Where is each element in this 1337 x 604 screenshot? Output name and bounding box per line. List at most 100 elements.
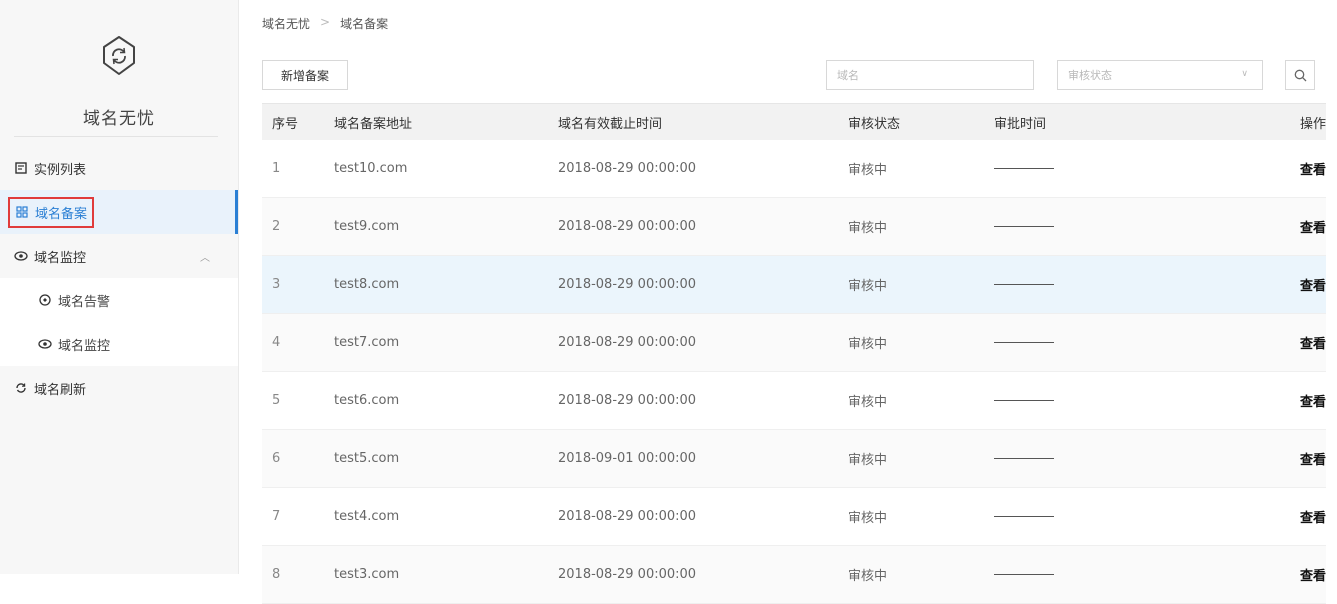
empty-dash [994, 574, 1054, 575]
sidebar-item-label: 域名备案 [35, 206, 88, 222]
sidebar-item-label: 域名监控 [58, 338, 111, 354]
alert-icon [38, 293, 52, 307]
view-link[interactable]: 查看 [1284, 449, 1326, 468]
cell-status: 审核中 [848, 511, 888, 526]
breadcrumb-current: 域名备案 [340, 17, 389, 31]
sidebar-item-label: 域名监控 [34, 250, 87, 266]
sidebar-item-label: 域名刷新 [34, 382, 87, 398]
cell-domain: test7.com [334, 335, 400, 350]
sidebar-item-domain-refresh[interactable]: 域名刷新 [0, 366, 238, 410]
cell-expire: 2018-08-29 00:00:00 [558, 393, 697, 408]
empty-dash [994, 226, 1054, 227]
view-link[interactable]: 查看 [1284, 275, 1326, 294]
chevron-down-icon: ∨ [1241, 69, 1248, 79]
breadcrumb-root[interactable]: 域名无忧 [262, 15, 310, 32]
cell-expire: 2018-09-01 00:00:00 [558, 451, 697, 466]
status-select[interactable]: 审核状态 ∨ [1057, 60, 1263, 90]
cell-expire: 2018-08-29 00:00:00 [558, 219, 697, 234]
logo [0, 34, 238, 82]
cell-index: 1 [272, 161, 281, 176]
search-icon [1294, 69, 1306, 81]
cell-status: 审核中 [848, 337, 888, 352]
sidebar: 域名无忧 实例列表 域名备案 域名监控 ︿ 域名告警 域名监控 域名刷新 [0, 0, 239, 574]
sidebar-item-domain-filing[interactable]: 域名备案 [0, 190, 238, 234]
table-row: 2 test9.com 2018-08-29 00:00:00 审核中 查看 [262, 198, 1326, 256]
table-row: 1 test10.com 2018-08-29 00:00:00 审核中 查看 [262, 140, 1326, 198]
sidebar-item-instances[interactable]: 实例列表 [0, 146, 238, 190]
cell-expire: 2018-08-29 00:00:00 [558, 335, 697, 350]
sidebar-item-domain-monitor-group[interactable]: 域名监控 ︿ [0, 234, 238, 278]
cell-approval-time [994, 277, 1284, 292]
cell-approval-time [994, 335, 1284, 350]
table-row: 5 test6.com 2018-08-29 00:00:00 审核中 查看 [262, 372, 1326, 430]
cell-domain: test4.com [334, 509, 400, 524]
cell-approval-time [994, 509, 1284, 524]
breadcrumb: 域名无忧 > 域名备案 [262, 15, 388, 32]
cell-domain: test10.com [334, 161, 408, 176]
sidebar-item-domain-alert[interactable]: 域名告警 [0, 278, 238, 322]
cell-index: 4 [272, 335, 281, 350]
divider [14, 136, 218, 137]
sidebar-item-label: 域名告警 [58, 294, 111, 310]
cell-status: 审核中 [848, 453, 888, 468]
cell-status: 审核中 [848, 279, 888, 294]
domain-search-input[interactable] [826, 60, 1034, 90]
cell-domain: test6.com [334, 393, 400, 408]
table-row: 6 test5.com 2018-09-01 00:00:00 审核中 查看 [262, 430, 1326, 488]
header-action: 操作 [1299, 116, 1326, 132]
search-button[interactable] [1285, 60, 1315, 90]
breadcrumb-separator: > [320, 15, 331, 29]
view-link[interactable]: 查看 [1284, 217, 1326, 236]
cell-expire: 2018-08-29 00:00:00 [558, 567, 697, 582]
header-expire: 域名有效截止时间 [558, 116, 663, 132]
cell-domain: test5.com [334, 451, 400, 466]
view-link[interactable]: 查看 [1284, 333, 1326, 352]
view-link[interactable]: 查看 [1284, 507, 1326, 526]
filing-table: 序号 域名备案地址 域名有效截止时间 审核状态 审批时间 操作 1 test10… [262, 103, 1326, 604]
table-row: 8 test3.com 2018-08-29 00:00:00 审核中 查看 [262, 546, 1326, 604]
header-approval-time: 审批时间 [994, 116, 1047, 132]
cell-domain: test9.com [334, 219, 400, 234]
cell-status: 审核中 [848, 163, 888, 178]
cell-status: 审核中 [848, 395, 888, 410]
sidebar-item-domain-monitor[interactable]: 域名监控 [0, 322, 238, 366]
cell-approval-time [994, 393, 1284, 408]
view-link[interactable]: 查看 [1284, 159, 1326, 178]
status-select-placeholder: 审核状态 [1068, 69, 1112, 82]
eye-icon [14, 249, 28, 263]
view-link[interactable]: 查看 [1284, 565, 1326, 584]
app-title: 域名无忧 [83, 109, 155, 129]
table-row: 4 test7.com 2018-08-29 00:00:00 审核中 查看 [262, 314, 1326, 372]
table-row: 7 test4.com 2018-08-29 00:00:00 审核中 查看 [262, 488, 1326, 546]
cell-approval-time [994, 161, 1284, 176]
cell-expire: 2018-08-29 00:00:00 [558, 161, 697, 176]
cell-index: 5 [272, 393, 281, 408]
table-header: 序号 域名备案地址 域名有效截止时间 审核状态 审批时间 操作 [262, 103, 1326, 140]
header-status: 审核状态 [848, 116, 901, 132]
cell-index: 3 [272, 277, 281, 292]
cell-index: 7 [272, 509, 281, 524]
cell-status: 审核中 [848, 569, 888, 584]
cell-expire: 2018-08-29 00:00:00 [558, 509, 697, 524]
header-domain: 域名备案地址 [334, 116, 413, 132]
cell-index: 6 [272, 451, 281, 466]
highlight-box: 域名备案 [7, 196, 95, 228]
empty-dash [994, 342, 1054, 343]
empty-dash [994, 168, 1054, 169]
cell-status: 审核中 [848, 221, 888, 236]
cell-approval-time [994, 567, 1284, 582]
view-link[interactable]: 查看 [1284, 391, 1326, 410]
table-row: 3 test8.com 2018-08-29 00:00:00 审核中 查看 [262, 256, 1326, 314]
doc-list-icon [14, 161, 28, 175]
empty-dash [994, 458, 1054, 459]
add-filing-button[interactable]: 新增备案 [262, 60, 348, 90]
cell-domain: test3.com [334, 567, 400, 582]
sidebar-item-label: 实例列表 [34, 162, 87, 178]
eye-icon [38, 337, 52, 351]
cell-approval-time [994, 451, 1284, 466]
grid-icon [15, 205, 29, 219]
shield-refresh-icon [103, 36, 135, 75]
chevron-up-icon[interactable]: ︿ [200, 249, 210, 264]
cell-index: 2 [272, 219, 281, 234]
header-index: 序号 [272, 116, 299, 132]
